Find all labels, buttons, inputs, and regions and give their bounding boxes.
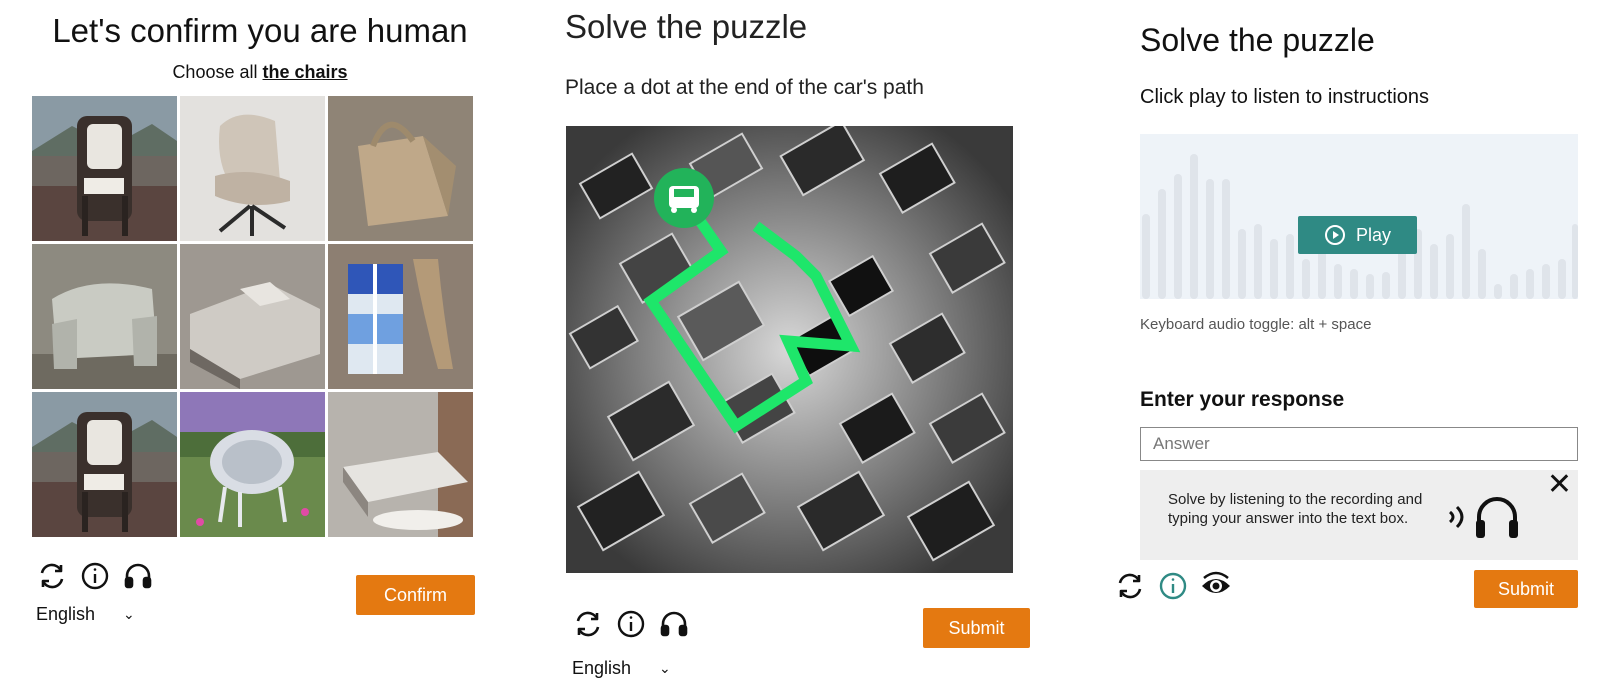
info-icon[interactable] bbox=[615, 608, 647, 640]
image-tile-4[interactable] bbox=[32, 244, 177, 389]
car-path-panel: Solve the puzzle Place a dot at the end … bbox=[560, 0, 1060, 680]
car-marker bbox=[654, 168, 714, 228]
puzzle-toolbar bbox=[1114, 570, 1232, 602]
chevron-down-icon: ⌄ bbox=[123, 606, 135, 622]
language-value: English bbox=[572, 658, 632, 678]
image-tile-5[interactable] bbox=[180, 244, 325, 389]
puzzle-instruction: Place a dot at the end of the car's path bbox=[565, 76, 924, 99]
audio-puzzle-panel: Solve the puzzle Click play to listen to… bbox=[1100, 0, 1611, 680]
puzzle-toolbar bbox=[572, 608, 690, 640]
info-icon[interactable] bbox=[79, 560, 111, 592]
submit-button[interactable]: Submit bbox=[1474, 570, 1578, 608]
response-label: Enter your response bbox=[1140, 388, 1345, 411]
image-tile-3[interactable] bbox=[328, 96, 473, 241]
headphones-icon[interactable] bbox=[122, 560, 154, 592]
play-icon bbox=[1324, 225, 1345, 245]
audio-player: Play bbox=[1140, 134, 1578, 299]
instruction-target: the chairs bbox=[262, 62, 348, 82]
image-grid bbox=[32, 96, 473, 537]
image-tile-6[interactable] bbox=[328, 244, 473, 389]
language-value: English bbox=[36, 604, 96, 624]
help-tooltip: Solve by listening to the recording and … bbox=[1140, 470, 1578, 560]
image-tile-2[interactable] bbox=[180, 96, 325, 241]
tooltip-text: Solve by listening to the recording and … bbox=[1168, 491, 1423, 527]
submit-button[interactable]: Submit bbox=[923, 608, 1030, 648]
image-tile-9[interactable] bbox=[328, 392, 473, 537]
image-captcha-panel: Let's confirm you are human Choose all t… bbox=[0, 0, 520, 680]
language-select[interactable]: English ⌄ bbox=[36, 604, 135, 625]
instruction-prefix: Choose all bbox=[172, 62, 258, 82]
info-icon[interactable] bbox=[1157, 570, 1189, 602]
image-tile-8[interactable] bbox=[180, 392, 325, 537]
chevron-down-icon: ⌄ bbox=[659, 660, 671, 676]
keyboard-hint: Keyboard audio toggle: alt + space bbox=[1140, 316, 1372, 333]
refresh-icon[interactable] bbox=[572, 608, 604, 640]
play-button[interactable]: Play bbox=[1298, 216, 1417, 254]
answer-input[interactable] bbox=[1140, 427, 1578, 461]
puzzle-instruction: Click play to listen to instructions bbox=[1140, 86, 1430, 108]
play-label: Play bbox=[1355, 224, 1391, 245]
puzzle-title: Solve the puzzle bbox=[565, 8, 808, 45]
image-tile-1[interactable] bbox=[32, 96, 177, 241]
refresh-icon[interactable] bbox=[1114, 570, 1146, 602]
captcha-title: Let's confirm you are human bbox=[52, 12, 468, 49]
city-map-canvas[interactable] bbox=[566, 126, 1013, 573]
captcha-instruction: Choose all the chairs bbox=[30, 62, 490, 83]
audio-headphones-icon bbox=[1448, 497, 1518, 538]
confirm-button[interactable]: Confirm bbox=[356, 575, 475, 615]
eye-icon[interactable] bbox=[1200, 570, 1232, 602]
puzzle-title: Solve the puzzle bbox=[1140, 22, 1375, 58]
captcha-toolbar bbox=[36, 560, 154, 592]
headphones-icon[interactable] bbox=[658, 608, 690, 640]
close-icon[interactable]: ✕ bbox=[1547, 470, 1572, 500]
refresh-icon[interactable] bbox=[36, 560, 68, 592]
language-select[interactable]: English ⌄ bbox=[572, 658, 671, 679]
image-tile-7[interactable] bbox=[32, 392, 177, 537]
